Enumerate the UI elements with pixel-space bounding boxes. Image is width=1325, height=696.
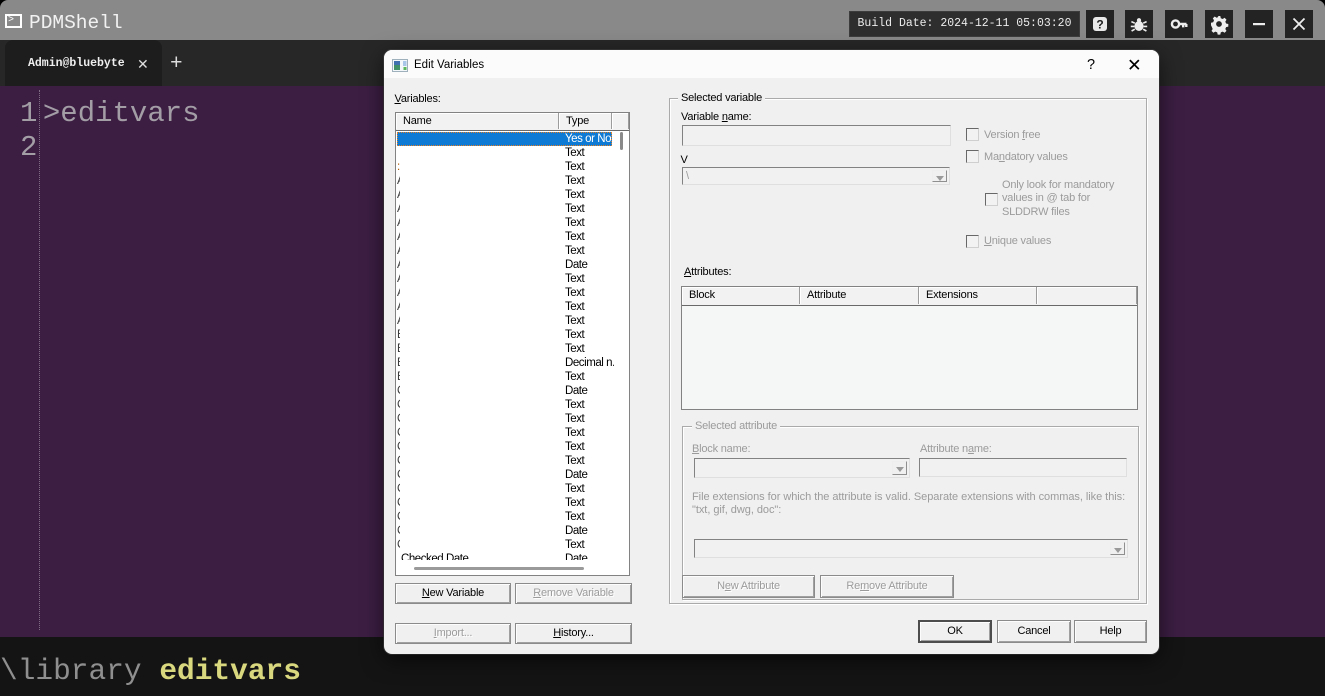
- svg-text:?: ?: [1096, 18, 1103, 32]
